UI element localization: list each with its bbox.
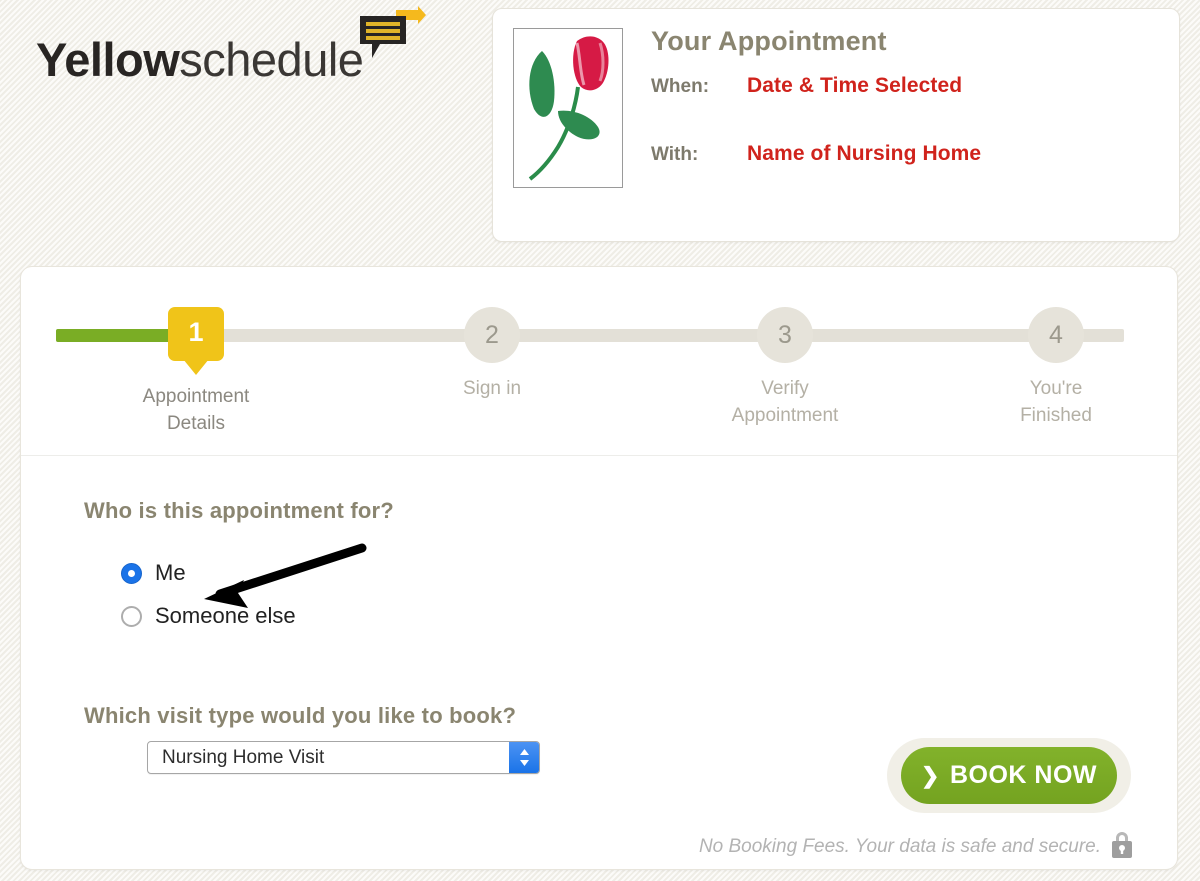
who-radio-group: Me Someone else xyxy=(121,556,296,642)
with-value: Name of Nursing Home xyxy=(747,141,982,165)
brand-name-bold: Yellow xyxy=(36,32,180,86)
step-4-youre-finished[interactable]: 4 You're Finished xyxy=(976,307,1136,429)
chevron-up-down-icon[interactable] xyxy=(509,742,539,773)
appointment-summary-card: Your Appointment When: Date & Time Selec… xyxy=(492,8,1180,242)
security-footnote: No Booking Fees. Your data is safe and s… xyxy=(698,836,1101,857)
radio-me-label: Me xyxy=(155,560,186,585)
booking-panel: 1 Appointment Details 2 Sign in 3 Verify… xyxy=(20,266,1178,870)
brand-logo[interactable]: Yellowschedule xyxy=(36,30,364,88)
step-3-label: Verify Appointment xyxy=(731,378,839,426)
page-header: Yellowschedule Your Appointment When: Da… xyxy=(0,0,1200,250)
who-question-label: Who is this appointment for? xyxy=(84,498,394,523)
step-1-appointment-details[interactable]: 1 Appointment Details xyxy=(116,307,276,437)
visit-type-select[interactable]: Nursing Home Visit xyxy=(147,741,540,774)
step-1-marker: 1 xyxy=(168,307,224,375)
appointment-card-title: Your Appointment xyxy=(651,26,887,56)
book-now-label: BOOK NOW xyxy=(949,761,1097,789)
step-4-label: You're Finished xyxy=(1020,378,1092,426)
appointment-when-row: When: Date & Time Selected xyxy=(651,74,1163,98)
with-label: With: xyxy=(651,143,699,165)
radio-option-me[interactable]: Me xyxy=(121,556,296,590)
step-1-label: Appointment Details xyxy=(142,386,250,434)
when-label: When: xyxy=(651,75,710,97)
step-2-label: Sign in xyxy=(462,378,522,399)
progress-stepper: 1 Appointment Details 2 Sign in 3 Verify… xyxy=(21,267,1177,455)
when-value: Date & Time Selected xyxy=(747,73,963,97)
chevron-right-icon: ❯ xyxy=(921,762,940,788)
step-2-circle: 2 xyxy=(464,307,520,363)
visit-type-question-label: Which visit type would you like to book? xyxy=(84,703,517,728)
brand-name-light: schedule xyxy=(179,32,364,86)
step-3-circle: 3 xyxy=(757,307,813,363)
step-2-sign-in[interactable]: 2 Sign in xyxy=(412,307,572,402)
padlock-icon xyxy=(1109,829,1135,864)
radio-someone-else-label: Someone else xyxy=(155,603,296,628)
visit-type-selected-value: Nursing Home Visit xyxy=(162,747,325,768)
book-now-button[interactable]: ❯ BOOK NOW xyxy=(901,747,1117,804)
tulip-flower-image xyxy=(513,28,623,188)
appointment-with-row: With: Name of Nursing Home xyxy=(651,142,1163,166)
radio-option-someone-else[interactable]: Someone else xyxy=(121,599,296,633)
booking-form: Who is this appointment for? Me Someone … xyxy=(21,456,1177,869)
step-4-circle: 4 xyxy=(1028,307,1084,363)
radio-someone-else-indicator[interactable] xyxy=(121,605,142,627)
radio-me-indicator[interactable] xyxy=(121,562,142,584)
book-now-button-wrapper: ❯ BOOK NOW xyxy=(887,738,1131,813)
speech-bubble-arrow-icon xyxy=(358,6,426,64)
step-3-verify-appointment[interactable]: 3 Verify Appointment xyxy=(705,307,865,429)
